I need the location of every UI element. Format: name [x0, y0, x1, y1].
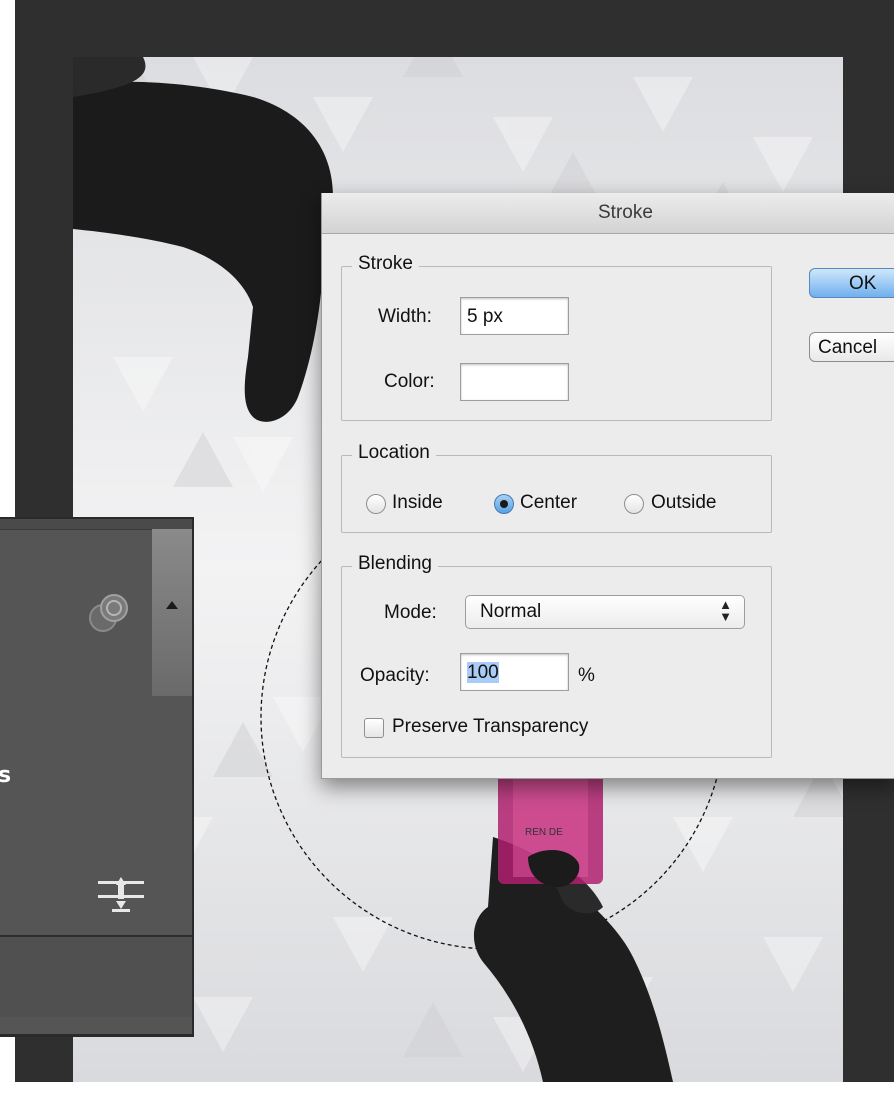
layer-circles-icon[interactable] — [86, 592, 132, 636]
opacity-unit: % — [578, 665, 595, 686]
preserve-transparency-label[interactable]: Preserve Transparency — [392, 716, 588, 738]
width-input[interactable]: 5 px — [460, 297, 569, 335]
mode-select[interactable]: Normal ▲ ▼ — [465, 595, 745, 629]
stroke-dialog: Stroke Stroke Width: 5 px Color: Locatio… — [321, 193, 894, 779]
panel-lower-area — [0, 937, 192, 1017]
select-arrows-icon: ▲ ▼ — [719, 597, 732, 624]
cancel-button[interactable]: Cancel — [809, 332, 894, 362]
inside-radio-label[interactable]: Inside — [392, 492, 443, 514]
bottle-label-text: REN DE — [525, 827, 563, 838]
outside-radio-label[interactable]: Outside — [651, 492, 716, 514]
inside-radio[interactable] — [366, 494, 386, 514]
opacity-label: Opacity: — [360, 665, 430, 686]
opacity-value: 100 — [467, 662, 499, 683]
scroll-up-arrow-icon[interactable] — [166, 601, 178, 609]
outside-radio[interactable] — [624, 494, 644, 514]
dialog-titlebar[interactable]: Stroke — [322, 193, 894, 234]
distribute-align-icon[interactable] — [98, 873, 144, 915]
center-radio[interactable] — [494, 494, 514, 514]
color-label: Color: — [384, 371, 435, 392]
ok-button[interactable]: OK — [809, 268, 894, 298]
color-swatch[interactable] — [460, 363, 569, 401]
panel-scrollbar[interactable] — [152, 529, 192, 696]
partial-label: s — [0, 763, 12, 788]
blending-group-legend: Blending — [352, 553, 438, 575]
opacity-input[interactable]: 100 — [460, 653, 569, 691]
dialog-title: Stroke — [598, 202, 653, 223]
width-label: Width: — [378, 306, 432, 327]
center-radio-label[interactable]: Center — [520, 492, 577, 514]
stroke-group-legend: Stroke — [352, 253, 419, 275]
side-panel: s — [0, 517, 194, 1037]
location-group-legend: Location — [352, 442, 436, 464]
mode-label: Mode: — [384, 602, 437, 623]
preserve-transparency-checkbox[interactable] — [364, 718, 384, 738]
mode-select-value: Normal — [480, 601, 542, 622]
